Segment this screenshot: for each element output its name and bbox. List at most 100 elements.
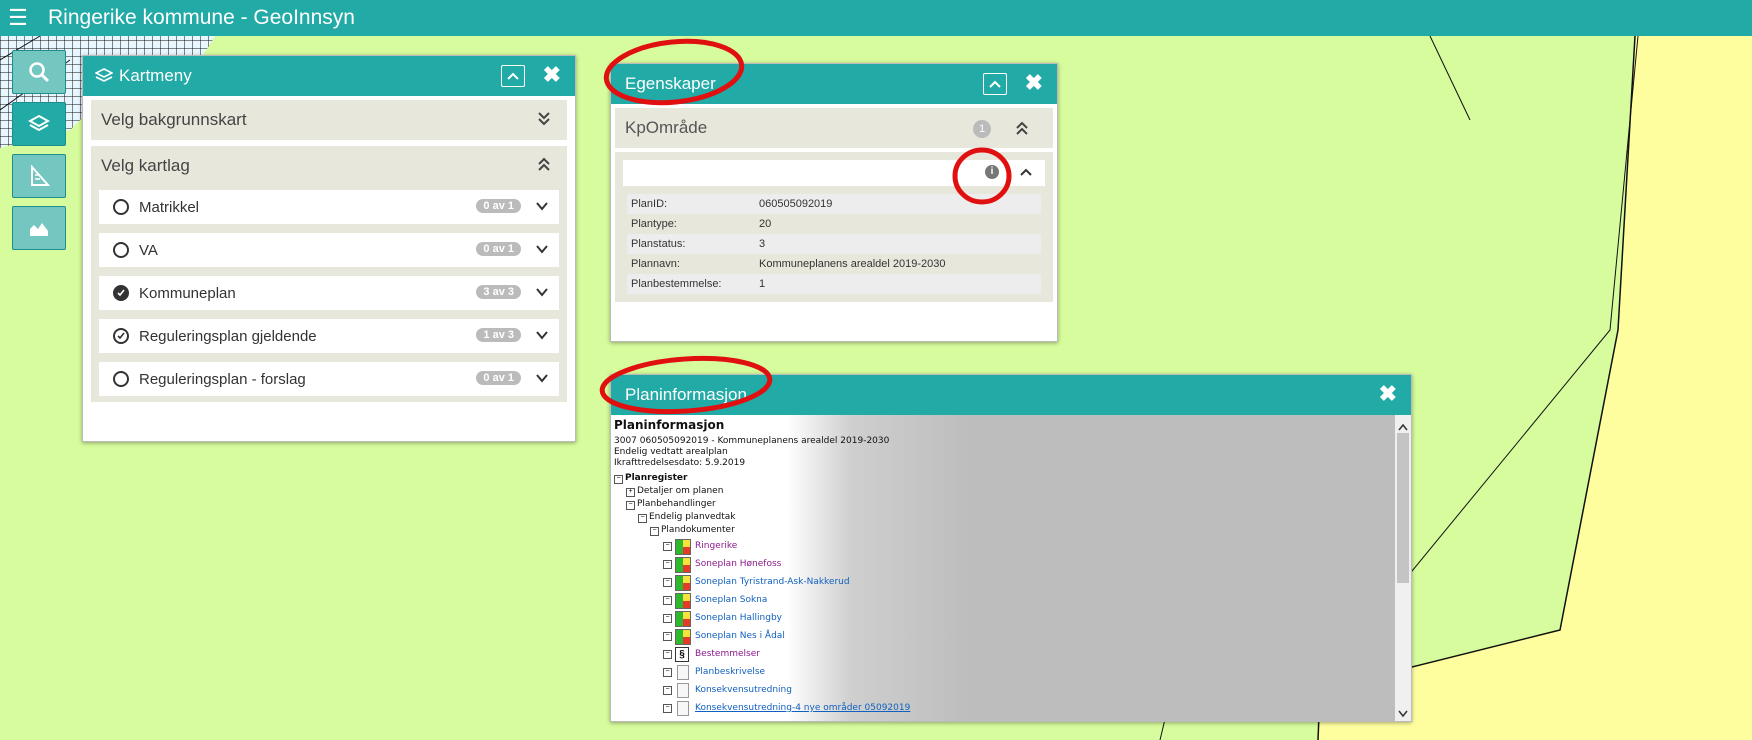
collapse-icon[interactable]: −: [638, 514, 647, 523]
feature-header: i: [623, 160, 1045, 186]
property-key: Planstatus:: [631, 238, 686, 250]
property-value: 3: [759, 238, 766, 250]
collapse-icon[interactable]: −: [614, 475, 623, 484]
layer-item[interactable]: Reguleringsplan gjeldende 1 av 3: [99, 319, 559, 353]
document-link[interactable]: Soneplan Nes i Ådal: [695, 631, 785, 641]
hamburger-menu-icon[interactable]: ☰: [0, 5, 36, 31]
close-icon[interactable]: ✖: [1379, 383, 1397, 405]
collapse-icon[interactable]: −: [663, 614, 672, 623]
document-link[interactable]: Soneplan Tyristrand-Ask-Nakkerud: [695, 577, 850, 587]
layer-item[interactable]: Reguleringsplan - forslag 0 av 1: [99, 362, 559, 396]
plan-status-line: Endelig vedtatt arealplan: [614, 447, 728, 457]
profile-button[interactable]: [12, 206, 66, 250]
collapse-icon[interactable]: −: [663, 542, 672, 551]
background-map-label: Velg bakgrunnskart: [101, 110, 247, 129]
layer-empty-icon[interactable]: [113, 199, 129, 215]
map-doc-icon: [675, 557, 691, 573]
document-icon: [677, 701, 689, 716]
collapse-panel-button[interactable]: [501, 65, 525, 87]
double-chevron-up-icon: [538, 157, 550, 171]
chevron-up-icon: [507, 72, 519, 80]
search-button[interactable]: [12, 50, 66, 94]
document-link[interactable]: Soneplan Sokna: [695, 595, 767, 605]
info-icon[interactable]: i: [985, 165, 999, 179]
close-icon[interactable]: ✖: [543, 64, 561, 86]
collapse-icon[interactable]: −: [626, 501, 635, 510]
document-link[interactable]: Ringerike: [695, 541, 737, 551]
layer-item[interactable]: VA 0 av 1: [99, 233, 559, 267]
collapse-icon[interactable]: −: [663, 668, 672, 677]
document-link[interactable]: Konsekvensutredning-4 nye områder 050920…: [695, 703, 910, 713]
chevron-down-icon[interactable]: [535, 242, 549, 256]
chevron-down-icon[interactable]: [535, 199, 549, 213]
layer-label: Kommuneplan: [139, 284, 236, 302]
collapse-icon[interactable]: −: [663, 704, 672, 713]
vertical-scrollbar[interactable]: [1395, 415, 1411, 721]
layer-list: Matrikkel 0 av 1 VA 0 av 1 Kommuneplan 3…: [91, 186, 567, 402]
layer-count-badge: 0 av 1: [476, 242, 521, 256]
collapse-icon[interactable]: −: [663, 560, 672, 569]
collapse-icon[interactable]: −: [663, 596, 672, 605]
planinfo-panel: Planinformasjon ✖ Planinformasjon 3007 0…: [610, 374, 1412, 722]
property-row: Planstatus: 3: [627, 234, 1041, 254]
document-link[interactable]: Soneplan Hønefoss: [695, 559, 781, 569]
feature-type-label: KpOmråde: [625, 118, 708, 137]
tree-planregister[interactable]: Planregister: [625, 473, 687, 483]
document-icon: [677, 683, 689, 698]
plan-date-line: Ikrafttredelsesdato: 5.9.2019: [614, 458, 746, 468]
collapse-icon[interactable]: −: [663, 632, 672, 641]
layer-item[interactable]: Kommuneplan 3 av 3: [99, 276, 559, 310]
document-link[interactable]: Planbeskrivelse: [695, 667, 765, 677]
collapse-icon[interactable]: −: [663, 686, 672, 695]
property-key: Planbestemmelse:: [631, 278, 722, 290]
layer-count-badge: 3 av 3: [476, 285, 521, 299]
property-row: Planbestemmelse: 1: [627, 274, 1041, 294]
tree-dokumenter[interactable]: Plandokumenter: [661, 525, 735, 535]
chevron-up-icon: [989, 80, 1001, 88]
document-icon: [677, 665, 689, 680]
map-doc-icon: [675, 593, 691, 609]
feature-details: i PlanID: 060505092019 Plantype: 20 Planst…: [615, 152, 1053, 302]
section-sign-icon: §: [675, 647, 689, 662]
chevron-down-icon[interactable]: [535, 328, 549, 342]
layer-count-badge: 0 av 1: [476, 199, 521, 213]
egenskaper-panel: Egenskaper ✖ KpOmråde 1 i PlanID: 0605050…: [610, 63, 1058, 342]
search-icon: [29, 62, 50, 83]
chevron-down-icon[interactable]: [535, 285, 549, 299]
layer-partial-check-icon[interactable]: [113, 328, 129, 344]
tree-details[interactable]: Detaljer om planen: [637, 486, 723, 496]
layer-empty-icon[interactable]: [113, 371, 129, 387]
layers-section-label: Velg kartlag: [101, 156, 190, 175]
expand-icon[interactable]: +: [626, 488, 635, 497]
chevron-up-icon[interactable]: [1019, 167, 1033, 177]
double-chevron-up-icon: [1016, 121, 1028, 135]
tree-vedtak[interactable]: Endelig planvedtak: [649, 512, 735, 522]
collapse-icon[interactable]: −: [663, 650, 672, 659]
layer-empty-icon[interactable]: [113, 242, 129, 258]
collapse-icon[interactable]: −: [650, 527, 659, 536]
collapse-icon[interactable]: −: [663, 578, 672, 587]
measure-button[interactable]: [12, 154, 66, 198]
scroll-thumb[interactable]: [1397, 433, 1409, 583]
layers-button[interactable]: [12, 102, 66, 146]
property-row: PlanID: 060505092019: [627, 194, 1041, 214]
map-doc-icon: [675, 539, 691, 555]
collapse-panel-button[interactable]: [983, 73, 1007, 95]
tree-handlinger[interactable]: Planbehandlinger: [637, 499, 716, 509]
close-icon[interactable]: ✖: [1025, 72, 1043, 94]
layer-full-check-icon[interactable]: [113, 285, 129, 301]
document-link[interactable]: Konsekvensutredning: [695, 685, 792, 695]
chevron-down-icon[interactable]: [535, 371, 549, 385]
scroll-down-icon[interactable]: [1398, 705, 1408, 721]
property-row: Plantype: 20: [627, 214, 1041, 234]
egenskaper-title: Egenskaper: [625, 74, 716, 93]
property-value: Kommuneplanens arealdel 2019-2030: [759, 258, 946, 270]
plan-id-line: 3007 060505092019 - Kommuneplanens areal…: [614, 436, 890, 446]
document-link[interactable]: Bestemmelser: [695, 649, 760, 659]
document-link[interactable]: Soneplan Hallingby: [695, 613, 782, 623]
feature-type-row[interactable]: KpOmråde 1: [615, 108, 1053, 148]
background-map-section[interactable]: Velg bakgrunnskart: [91, 100, 567, 140]
layer-label: Reguleringsplan gjeldende: [139, 327, 317, 345]
layer-item[interactable]: Matrikkel 0 av 1: [99, 190, 559, 224]
layers-section[interactable]: Velg kartlag: [91, 146, 567, 186]
